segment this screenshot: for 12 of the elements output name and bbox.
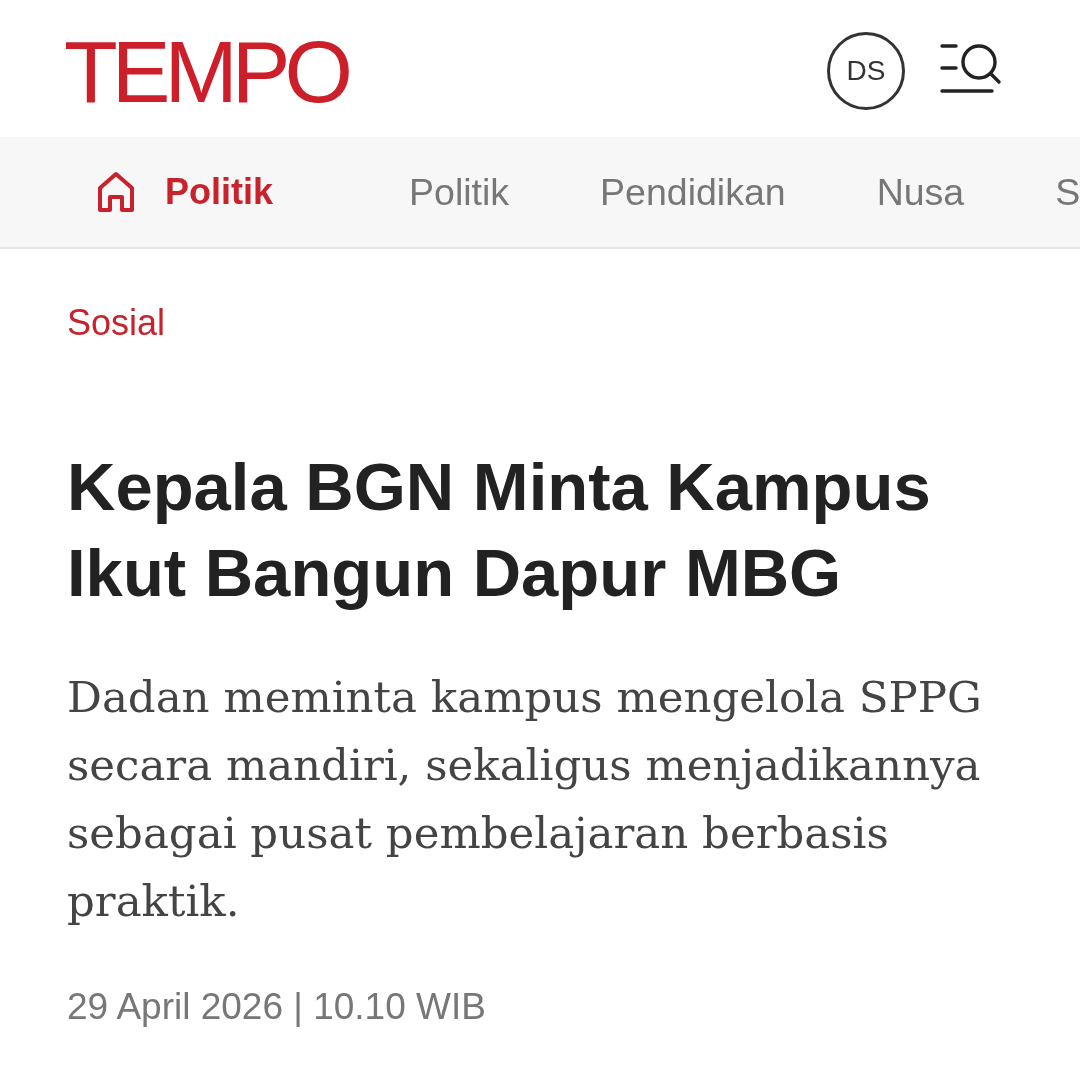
- home-section-link[interactable]: Politik: [97, 171, 274, 213]
- category-label[interactable]: Sosial: [67, 301, 1062, 344]
- nav-link[interactable]: S: [1055, 170, 1080, 214]
- user-avatar[interactable]: DS: [827, 31, 905, 110]
- tempo-logo[interactable]: TEMPO: [64, 27, 347, 116]
- publish-date: 29 April 2026 | 10.10 WIB: [67, 987, 487, 1027]
- nav-link[interactable]: Pendidikan: [600, 170, 786, 214]
- article-summary: Dadan meminta kampus mengelola SPPG secara mandiri, sekaligus menjadikannya sebagai pusat pembelajaran berbasis praktik.: [67, 671, 983, 928]
- home-icon: [97, 171, 135, 213]
- nav-link[interactable]: Politik: [409, 170, 510, 214]
- nav-link[interactable]: Nusa: [876, 170, 965, 214]
- article-headline: Kepala BGN Minta Kampus Ikut Bangun Dapur MBG: [67, 448, 932, 612]
